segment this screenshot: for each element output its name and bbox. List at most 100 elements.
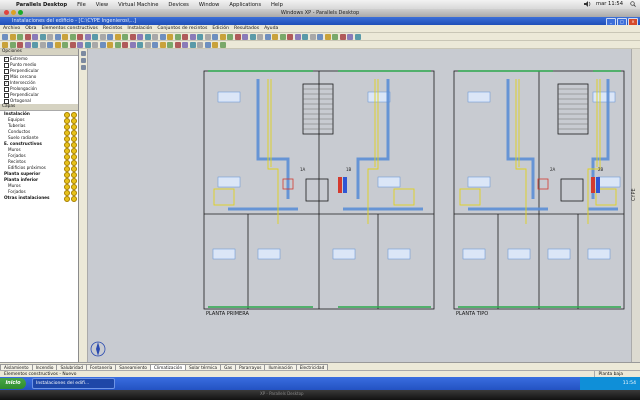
toolbar-tool-icon[interactable]	[159, 41, 166, 48]
xp-window-titlebar[interactable]: Instalaciones del edificio - [C:\CYPE In…	[0, 17, 640, 26]
toolbar-tool-icon[interactable]	[309, 33, 316, 40]
toolbar-tool-icon[interactable]	[317, 33, 323, 40]
toolbar-tool-icon[interactable]	[2, 41, 8, 48]
toolbar-tool-icon[interactable]	[324, 33, 331, 40]
toolbar-tool-icon[interactable]	[92, 41, 98, 48]
toolbar-tool-icon[interactable]	[204, 41, 211, 48]
menu-obra[interactable]: Obra	[25, 26, 36, 31]
toolbar-tool-icon[interactable]	[182, 33, 188, 40]
toolbar-tool-icon[interactable]	[197, 33, 203, 40]
toolbar-tool-icon[interactable]	[279, 33, 286, 40]
system-tray-clock[interactable]: 11:54	[580, 377, 640, 390]
menu-devices[interactable]: Devices	[168, 2, 188, 8]
toolbar-tool-icon[interactable]	[272, 33, 278, 40]
toolbar-tool-icon[interactable]	[347, 33, 353, 40]
toolbar-tool-icon[interactable]	[212, 33, 218, 40]
toolbar-tool-icon[interactable]	[234, 33, 241, 40]
checkbox-icon[interactable]	[4, 62, 9, 68]
toolbar-tool-icon[interactable]	[174, 33, 181, 40]
snap-option[interactable]: Ortogonal	[0, 98, 78, 104]
menu-file[interactable]: File	[77, 2, 86, 8]
toolbar-tool-icon[interactable]	[204, 33, 211, 40]
lightbulb-icon[interactable]	[64, 196, 70, 202]
toolbar-tool-icon[interactable]	[294, 33, 301, 40]
toolbar-tool-icon[interactable]	[339, 33, 346, 40]
zoom-window-icon[interactable]	[18, 10, 23, 15]
toolbar-tool-icon[interactable]	[249, 33, 256, 40]
toolbar-tool-icon[interactable]	[227, 33, 233, 40]
toolbar-tool-icon[interactable]	[129, 41, 136, 48]
checkbox-icon[interactable]	[4, 92, 9, 98]
menu-edicion[interactable]: Edición	[212, 26, 229, 31]
toolbar-tool-icon[interactable]	[137, 41, 143, 48]
menu-recintos[interactable]: Recintos	[103, 26, 123, 31]
toolbar-tool-icon[interactable]	[77, 41, 83, 48]
toolbar-tool-icon[interactable]	[32, 41, 38, 48]
minimize-window-icon[interactable]	[11, 10, 16, 15]
palette-tool-icon[interactable]	[80, 58, 86, 63]
toolbar-tool-icon[interactable]	[287, 33, 293, 40]
toolbar-tool-icon[interactable]	[62, 41, 68, 48]
checkbox-icon[interactable]: ✓	[4, 56, 9, 62]
toolbar-tool-icon[interactable]	[212, 41, 218, 48]
toolbar-tool-icon[interactable]	[189, 41, 196, 48]
menu-instalacion[interactable]: Instalación	[127, 26, 152, 31]
lightbulb-icon[interactable]	[71, 196, 77, 202]
menu-archivo[interactable]: Archivo	[3, 26, 20, 31]
toolbar-tool-icon[interactable]	[24, 33, 31, 40]
toolbar-tool-icon[interactable]	[69, 41, 76, 48]
menu-applications[interactable]: Applications	[229, 2, 261, 8]
toolbar-tool-icon[interactable]	[144, 33, 151, 40]
toolbar-tool-icon[interactable]	[17, 33, 23, 40]
toolbar-tool-icon[interactable]	[47, 41, 53, 48]
toolbar-tool-icon[interactable]	[159, 33, 166, 40]
checkbox-icon[interactable]: ✓	[4, 80, 9, 86]
toolbar-tool-icon[interactable]	[264, 33, 271, 40]
toolbar-tool-icon[interactable]	[182, 41, 188, 48]
toolbar-tool-icon[interactable]	[197, 41, 203, 48]
toolbar-tool-icon[interactable]	[219, 41, 226, 48]
toolbar-tool-icon[interactable]	[257, 33, 263, 40]
palette-tool-icon[interactable]	[80, 65, 86, 70]
layer-item[interactable]: Otras instalaciones	[0, 195, 78, 202]
toolbar-tool-icon[interactable]	[24, 41, 31, 48]
toolbar-tool-icon[interactable]	[129, 33, 136, 40]
toolbar-tool-icon[interactable]	[47, 33, 53, 40]
close-window-icon[interactable]	[4, 10, 9, 15]
toolbar-tool-icon[interactable]	[122, 33, 128, 40]
toolbar-tool-icon[interactable]	[54, 33, 61, 40]
toolbar-tool-icon[interactable]	[77, 33, 83, 40]
toolbar-tool-icon[interactable]	[332, 33, 338, 40]
menu-virtual-machine[interactable]: Virtual Machine	[118, 2, 158, 8]
menu-elementos-constructivos[interactable]: Elementos constructivos	[41, 26, 97, 31]
toolbar-tool-icon[interactable]	[107, 33, 113, 40]
toolbar-tool-icon[interactable]	[17, 41, 23, 48]
toolbar-tool-icon[interactable]	[114, 33, 121, 40]
toolbar-tool-icon[interactable]	[99, 41, 106, 48]
toolbar-tool-icon[interactable]	[84, 41, 91, 48]
toolbar-tool-icon[interactable]	[167, 33, 173, 40]
menu-view[interactable]: View	[96, 2, 108, 8]
menu-resultados[interactable]: Resultados	[234, 26, 259, 31]
floor-plan-drawing[interactable]: 1A 1B 2A 2B PLANTA PRIMERA PLANTA TIPO	[88, 49, 631, 362]
toolbar-tool-icon[interactable]	[39, 33, 46, 40]
toolbar-tool-icon[interactable]	[9, 33, 16, 40]
toolbar-tool-icon[interactable]	[84, 33, 91, 40]
toolbar-tool-icon[interactable]	[189, 33, 196, 40]
toolbar-tool-icon[interactable]	[122, 41, 128, 48]
menu-help[interactable]: Help	[271, 2, 283, 8]
toolbar-tool-icon[interactable]	[107, 41, 113, 48]
toolbar-tool-icon[interactable]	[99, 33, 106, 40]
toolbar-tool-icon[interactable]	[302, 33, 308, 40]
toolbar-tool-icon[interactable]	[152, 41, 158, 48]
toolbar-tool-icon[interactable]	[144, 41, 151, 48]
menu-app-name[interactable]: Parallels Desktop	[16, 2, 67, 8]
toolbar-tool-icon[interactable]	[219, 33, 226, 40]
toolbar-tool-icon[interactable]	[137, 33, 143, 40]
toolbar-tool-icon[interactable]	[152, 33, 158, 40]
toolbar-tool-icon[interactable]	[2, 33, 8, 40]
menu-conjuntos-recintos[interactable]: Conjuntos de recintos	[157, 26, 207, 31]
menu-ayuda[interactable]: Ayuda	[264, 26, 278, 31]
palette-tool-icon[interactable]	[80, 51, 86, 56]
toolbar-tool-icon[interactable]	[242, 33, 248, 40]
